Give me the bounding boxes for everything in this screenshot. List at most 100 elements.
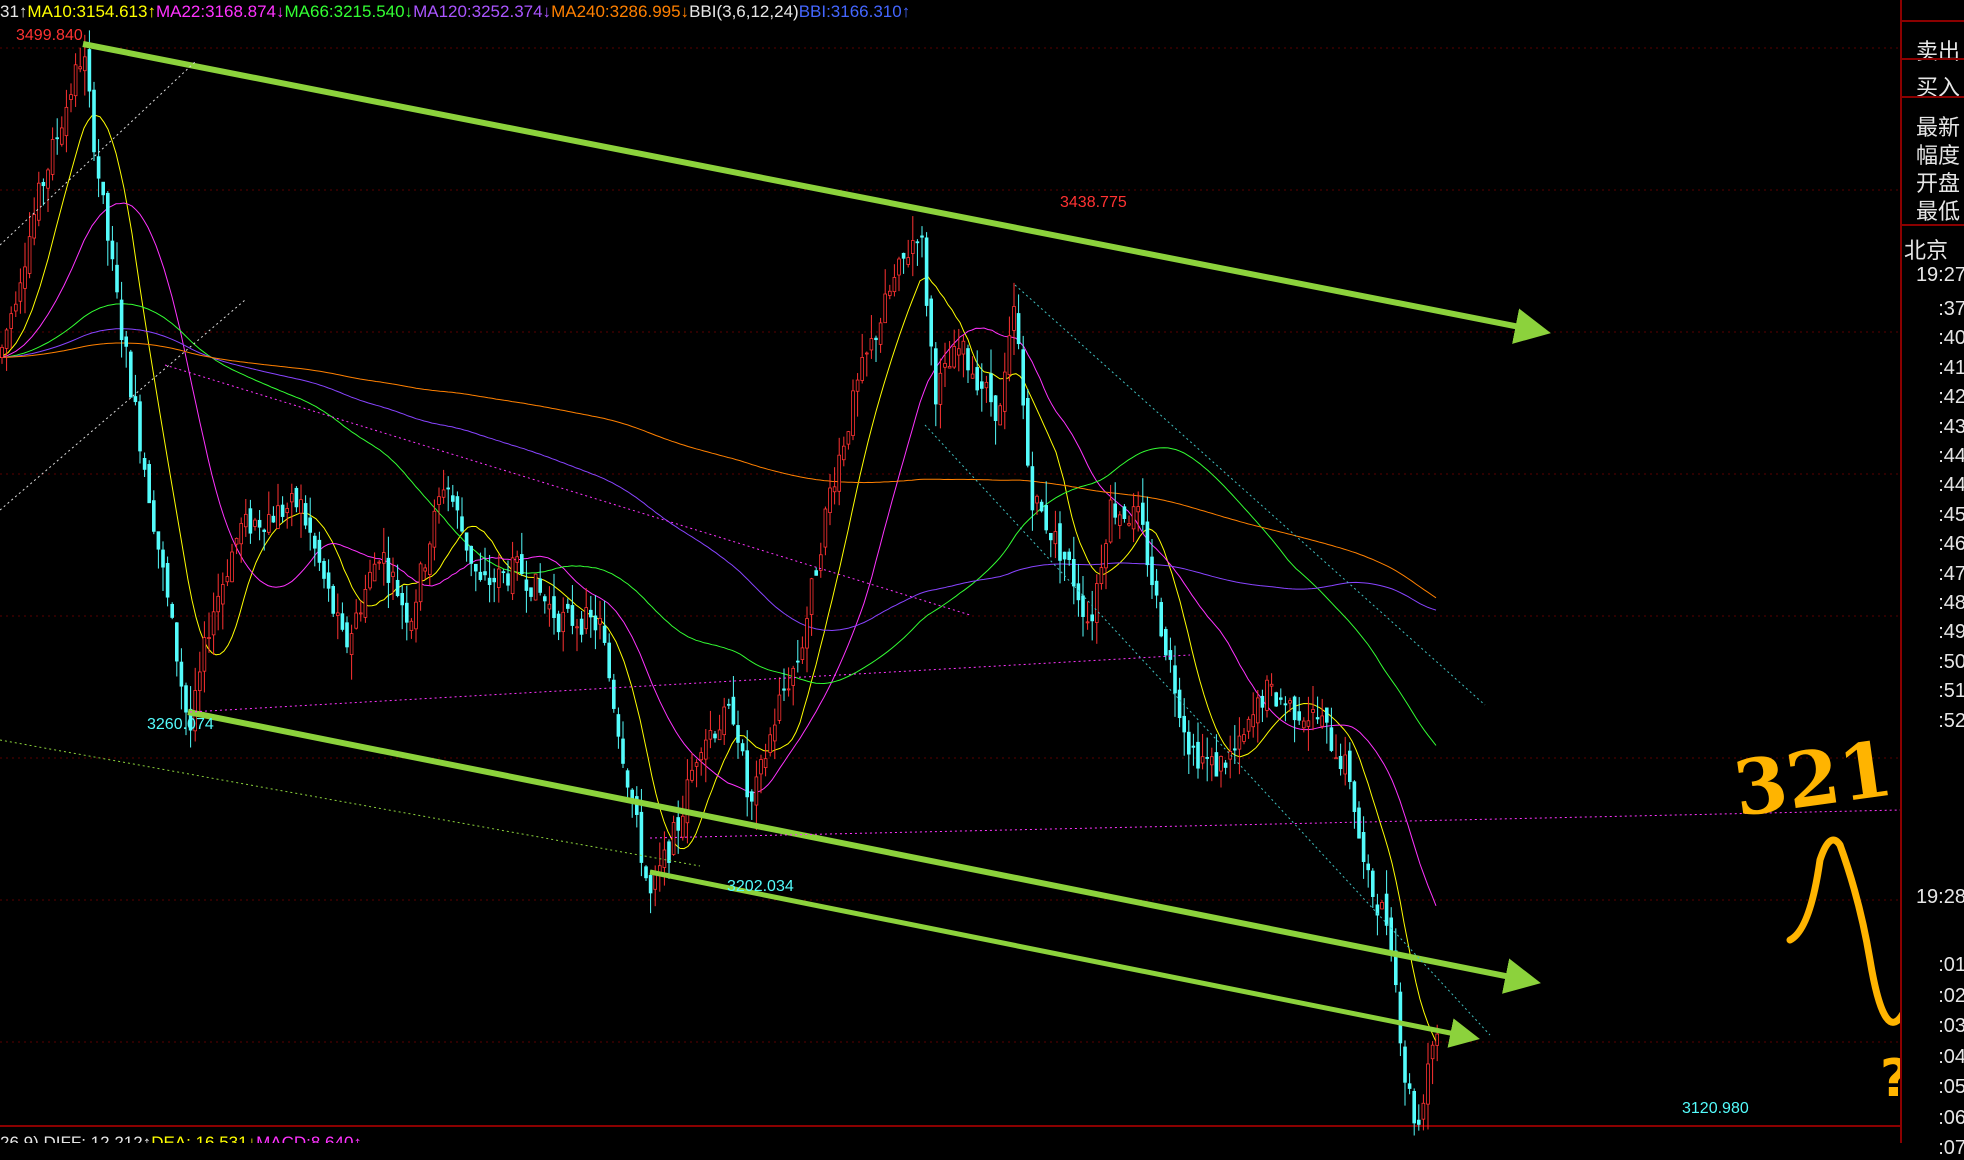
down-candle	[676, 817, 680, 831]
middle-channel-arrow	[187, 709, 1541, 994]
up-candle	[1343, 754, 1348, 775]
time-tick: :42	[1938, 386, 1964, 409]
indicator-value-6: BBI(3,6,12,24)	[689, 2, 799, 21]
down-candle	[151, 500, 156, 532]
up-candle	[285, 508, 289, 513]
down-candle	[570, 605, 575, 626]
up-candle	[1127, 523, 1131, 526]
down-candle	[667, 841, 671, 863]
up-candle	[1302, 720, 1306, 729]
up-candle	[372, 563, 377, 582]
time-tick: :47	[1938, 562, 1964, 585]
down-candle	[1081, 595, 1085, 617]
down-candle	[110, 240, 115, 260]
down-candle	[174, 622, 179, 662]
macd-value-1: DEA: 16.531↓	[151, 1133, 257, 1143]
up-candle	[832, 486, 837, 493]
down-candle	[128, 351, 133, 398]
sell-label[interactable]: 卖出	[1916, 34, 1960, 66]
down-candle	[404, 602, 409, 623]
up-candle	[234, 537, 239, 545]
down-candle	[538, 578, 542, 593]
panel-divider	[1902, 20, 1964, 22]
up-candle	[694, 762, 699, 767]
up-candle	[377, 561, 381, 564]
down-candle	[1214, 752, 1219, 777]
down-candle	[1223, 762, 1228, 768]
down-candle	[648, 875, 653, 894]
down-candle	[874, 337, 878, 341]
price-label: 3499.840	[16, 27, 83, 44]
up-candle	[423, 567, 427, 572]
time-tick: :43	[1938, 415, 1964, 438]
handwritten-price-note: 321	[1728, 724, 1897, 834]
down-candle	[87, 49, 92, 92]
down-candle	[1297, 711, 1302, 721]
down-candle	[473, 563, 478, 572]
down-candle	[124, 336, 129, 347]
down-candle	[1145, 521, 1150, 566]
down-candle	[1361, 832, 1366, 862]
indicator-bar: 31↑MA10:3154.613↑MA22:3168.874↓MA66:3215…	[0, 0, 910, 24]
up-candle	[197, 671, 202, 692]
time-label: 19:27	[1915, 264, 1964, 286]
down-candle	[915, 241, 920, 244]
up-candle	[1421, 1102, 1426, 1120]
down-candle	[796, 660, 800, 663]
up-candle	[773, 724, 777, 742]
down-candle	[644, 866, 648, 879]
up-candle	[414, 601, 418, 630]
down-candle	[464, 532, 469, 551]
macd-indicator-bar: 26,9) DIFF: 12.212↑DEA: 16.531↓MACD:8.64…	[0, 1128, 362, 1143]
up-candle	[18, 282, 23, 302]
up-candle	[299, 499, 303, 514]
down-candle	[607, 642, 611, 679]
up-candle	[349, 633, 354, 655]
down-candle	[740, 743, 745, 752]
up-candle	[4, 329, 9, 349]
macd-value-2: MACD:8.640↑	[256, 1133, 362, 1143]
up-candle	[266, 514, 271, 533]
up-candle	[225, 576, 230, 583]
up-candle	[1306, 720, 1311, 727]
up-candle	[1256, 697, 1260, 724]
down-candle	[993, 395, 998, 421]
up-candle	[671, 822, 676, 855]
down-candle	[1072, 558, 1076, 587]
down-candle	[271, 515, 276, 523]
down-candle	[589, 609, 593, 618]
up-candle	[1334, 757, 1338, 760]
down-candle	[750, 791, 754, 802]
down-candle	[520, 554, 524, 575]
time-tick: :03	[1938, 1015, 1964, 1037]
down-candle	[1154, 580, 1159, 596]
up-candle	[681, 815, 685, 838]
dotted-trendline	[649, 809, 1900, 839]
down-candle	[1076, 583, 1081, 601]
up-candle	[220, 584, 225, 605]
time-tick: :52	[1938, 709, 1964, 732]
down-candle	[501, 571, 506, 574]
down-candle	[1196, 741, 1200, 769]
down-candle	[1113, 503, 1118, 518]
up-candle	[1085, 621, 1090, 624]
down-candle	[1389, 917, 1394, 954]
time-tick: :04	[1938, 1045, 1964, 1068]
down-candle	[625, 770, 630, 788]
time-tick: :07	[1938, 1137, 1964, 1159]
down-candle	[529, 587, 533, 597]
up-candle	[1095, 583, 1099, 623]
up-candle	[768, 734, 772, 753]
up-candle	[1320, 715, 1325, 727]
up-candle	[957, 348, 961, 356]
up-candle	[27, 236, 32, 274]
up-candle	[432, 510, 437, 548]
indicator-value-3: MA66:3215.540↓	[284, 2, 414, 21]
up-candle	[73, 64, 78, 97]
down-candle	[543, 596, 547, 602]
up-candle	[906, 257, 910, 265]
up-candle	[938, 372, 943, 405]
trend-channel-lines	[0, 41, 1900, 1048]
up-candle	[1426, 1063, 1430, 1105]
down-candle	[1338, 755, 1343, 770]
